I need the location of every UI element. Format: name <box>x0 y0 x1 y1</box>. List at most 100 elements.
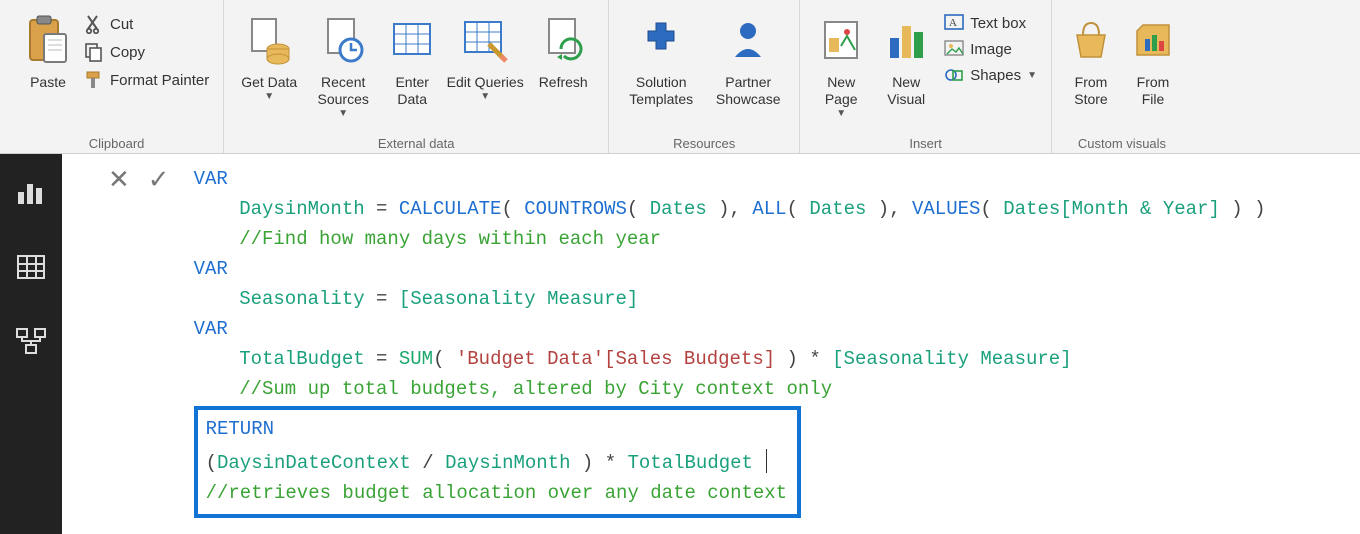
ribbon-group-label-resources: Resources <box>617 132 791 153</box>
solution-templates-label: Solution Templates <box>619 74 703 108</box>
code-token: CALCULATE <box>399 198 502 220</box>
code-token: COUNTROWS <box>524 198 627 220</box>
from-store-button[interactable]: From Store <box>1060 4 1122 110</box>
svg-text:A: A <box>949 17 957 29</box>
code-token: DaysinMonth <box>445 452 570 474</box>
refresh-label: Refresh <box>539 74 588 108</box>
partner-showcase-button[interactable]: Partner Showcase <box>705 4 791 110</box>
code-token: Dates <box>650 198 707 220</box>
from-file-icon <box>1131 10 1175 70</box>
refresh-icon <box>541 10 585 70</box>
formula-bar: ✕ ✓ VAR DaysinMonth = CALCULATE( COUNTRO… <box>90 160 1356 528</box>
code-token: = <box>365 348 399 370</box>
recent-sources-button[interactable]: Recent Sources ▼ <box>306 4 380 122</box>
copy-button[interactable]: Copy <box>78 38 215 66</box>
chevron-down-icon: ▼ <box>447 91 524 103</box>
text-box-label: Text box <box>970 15 1026 32</box>
shapes-button[interactable]: Shapes ▼ <box>938 62 1043 88</box>
cut-icon <box>84 14 104 34</box>
workspace: Allo City Na Au ✕ ✓ VAR DaysinMonth = CA… <box>0 154 1360 534</box>
formula-commit-button[interactable]: ✓ <box>148 166 170 192</box>
recent-sources-icon <box>320 10 366 70</box>
code-comment: //Sum up total budgets, altered by City … <box>239 378 832 400</box>
code-token: TotalBudget <box>628 452 753 474</box>
chevron-down-icon: ▼ <box>1027 70 1037 81</box>
code-token: VALUES <box>912 198 980 220</box>
text-cursor <box>766 449 767 473</box>
code-return-highlight: RETURN (DaysinDateContext / DaysinMonth … <box>194 406 802 518</box>
get-data-label: Get Data <box>241 74 297 91</box>
enter-data-button[interactable]: Enter Data <box>380 4 444 110</box>
code-token: SUM <box>399 348 433 370</box>
code-token: ) ) <box>1220 198 1266 220</box>
refresh-button[interactable]: Refresh <box>526 4 600 110</box>
edit-queries-icon <box>461 10 509 70</box>
formula-editor[interactable]: VAR DaysinMonth = CALCULATE( COUNTROWS( … <box>188 160 1356 528</box>
paste-button[interactable]: Paste <box>18 4 78 110</box>
get-data-button[interactable]: Get Data ▼ <box>232 4 306 110</box>
data-view-icon <box>16 254 46 280</box>
code-token: [Seasonality Measure] <box>832 348 1071 370</box>
enter-data-label: Enter Data <box>382 74 442 108</box>
edit-queries-button[interactable]: Edit Queries ▼ <box>444 4 526 110</box>
code-token: 'Budget Data'[Sales Budgets] <box>456 348 775 370</box>
code-token: = <box>365 198 399 220</box>
ribbon-group-clipboard: Paste Cut Copy <box>10 0 224 153</box>
new-page-label: New Page <box>810 74 872 108</box>
ribbon-group-custom-visuals: From Store From File Custom visuals <box>1052 0 1192 153</box>
ribbon-group-label-insert: Insert <box>808 132 1043 153</box>
copy-icon <box>84 42 104 62</box>
from-store-icon <box>1069 10 1113 70</box>
paste-label: Paste <box>30 74 66 108</box>
cut-label: Cut <box>110 16 133 33</box>
ribbon-group-insert: New Page ▼ New Visual A Text box <box>800 0 1052 153</box>
code-token: VAR <box>194 168 228 190</box>
code-token: ( <box>433 348 456 370</box>
get-data-icon <box>246 10 292 70</box>
edit-queries-label: Edit Queries <box>447 74 524 91</box>
code-token: ( <box>627 198 650 220</box>
format-painter-button[interactable]: Format Painter <box>78 66 215 94</box>
model-view-icon <box>15 327 47 355</box>
solution-templates-button[interactable]: Solution Templates <box>617 4 705 110</box>
code-token: ) * <box>775 348 832 370</box>
ribbon: Paste Cut Copy <box>0 0 1360 154</box>
nav-report-view[interactable] <box>10 172 52 214</box>
format-painter-icon <box>84 70 104 90</box>
code-token: ), <box>866 198 912 220</box>
image-icon <box>944 40 964 58</box>
code-token: VAR <box>194 318 228 340</box>
ribbon-group-label-external-data: External data <box>232 132 600 153</box>
code-token: ) * <box>570 452 627 474</box>
new-visual-button[interactable]: New Visual <box>874 4 938 110</box>
left-nav <box>0 154 62 534</box>
nav-model-view[interactable] <box>10 320 52 362</box>
code-token: RETURN <box>206 418 274 440</box>
new-page-icon <box>819 10 863 70</box>
paste-icon <box>26 10 70 70</box>
report-canvas: Allo City Na Au ✕ ✓ VAR DaysinMonth = CA… <box>62 154 1360 534</box>
image-button[interactable]: Image <box>938 36 1043 62</box>
text-box-button[interactable]: A Text box <box>938 10 1043 36</box>
code-token: ( <box>501 198 524 220</box>
from-file-button[interactable]: From File <box>1122 4 1184 110</box>
chevron-down-icon: ▼ <box>308 108 378 120</box>
code-token: / <box>411 452 445 474</box>
cut-button[interactable]: Cut <box>78 10 215 38</box>
code-comment: //Find how many days within each year <box>239 228 661 250</box>
partner-showcase-icon <box>725 10 771 70</box>
code-token: DaysinDateContext <box>217 452 411 474</box>
new-page-button[interactable]: New Page ▼ <box>808 4 874 122</box>
code-token: ( <box>980 198 1003 220</box>
code-token: TotalBudget <box>239 348 364 370</box>
new-visual-label: New Visual <box>876 74 936 108</box>
from-file-label: From File <box>1124 74 1182 108</box>
nav-data-view[interactable] <box>10 246 52 288</box>
code-comment: //retrieves budget allocation over any d… <box>206 482 788 504</box>
solution-templates-icon <box>638 10 684 70</box>
formula-cancel-button[interactable]: ✕ <box>108 166 130 192</box>
recent-sources-label: Recent Sources <box>308 74 378 108</box>
code-token: DaysinMonth <box>239 198 364 220</box>
enter-data-icon <box>390 10 434 70</box>
code-token: ( <box>206 452 217 474</box>
